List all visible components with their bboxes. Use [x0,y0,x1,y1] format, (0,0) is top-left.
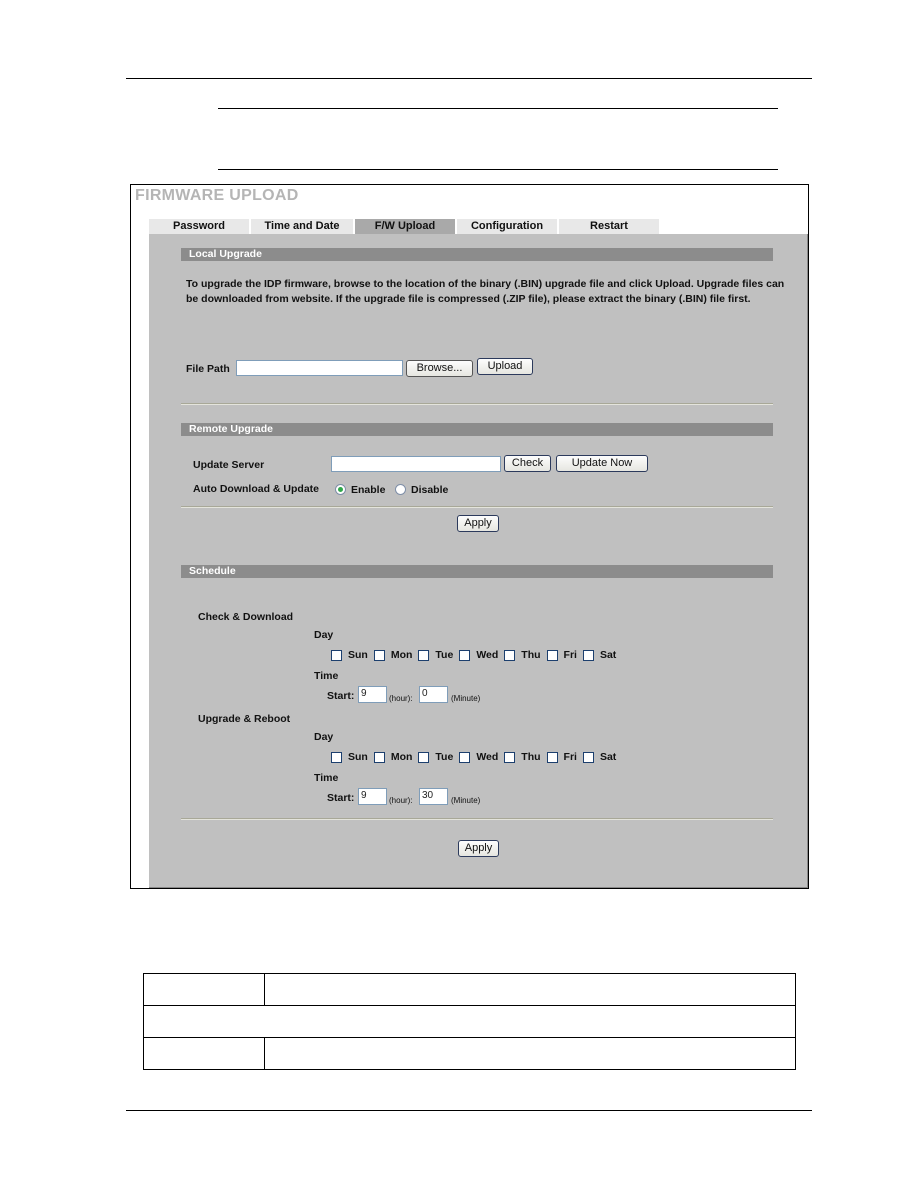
day-label-sun: Sun [348,649,368,661]
checkbox-wed[interactable] [459,649,471,661]
day-label-thu: Thu [521,751,541,763]
footer-rule [126,1110,812,1111]
header-rule [126,78,812,79]
note-rule-top [218,108,778,109]
day-label-sat: Sat [599,649,617,661]
update-server-input[interactable] [331,456,501,472]
day-label-wed: Wed [476,751,499,763]
checkbox-thu[interactable] [504,751,516,763]
page-title: FIRMWARE UPLOAD [135,187,299,204]
table-cell [264,1037,796,1070]
checkbox-mon[interactable] [373,649,385,661]
auto-download-label: Auto Download & Update [193,483,319,495]
table-cell [143,973,265,1006]
settings-panel: Local Upgrade To upgrade the IDP firmwar… [149,234,808,888]
tab-password[interactable]: Password [149,219,249,234]
start-label: Start: [327,690,355,702]
reference-table [143,973,796,1070]
checkbox-sat[interactable] [582,649,594,661]
table-cell [264,973,796,1006]
day-label-fri: Fri [563,649,577,661]
enable-label: Enable [351,484,386,496]
time-label: Time [314,670,339,682]
start-label: Start: [327,792,355,804]
minute-unit: (Minute) [451,796,481,805]
table-row [143,1037,796,1070]
reboot-hour-input[interactable]: 9 [358,788,387,805]
disable-label: Disable [411,484,449,496]
day-label-sat: Sat [599,751,617,763]
tab-bar: Password Time and Date F/W Upload Config… [149,219,661,234]
local-upgrade-heading: Local Upgrade [181,248,773,261]
checkbox-wed[interactable] [459,751,471,763]
hour-unit: (hour): [389,796,413,805]
hour-unit: (hour): [389,694,413,703]
check-download-label: Check & Download [198,611,294,623]
check-download-days: Sun Mon Tue Wed Thu Fri Sat [331,649,622,661]
checkbox-sun[interactable] [331,751,342,763]
file-path-label: File Path [186,363,230,375]
checkbox-tue[interactable] [418,649,430,661]
checkbox-fri[interactable] [546,751,558,763]
tab-fw-upload[interactable]: F/W Upload [355,219,455,234]
time-label: Time [314,772,339,784]
enable-radio[interactable] [335,484,346,495]
checkbox-sun[interactable] [331,649,342,661]
file-path-input[interactable] [236,360,403,376]
checkbox-sat[interactable] [582,751,594,763]
local-upgrade-description: To upgrade the IDP firmware, browse to t… [186,278,785,305]
checkbox-fri[interactable] [546,649,558,661]
day-label-tue: Tue [435,751,454,763]
day-label-thu: Thu [521,649,541,661]
section-divider [181,506,773,508]
firmware-upload-screen: FIRMWARE UPLOAD Password Time and Date F… [130,184,809,889]
checkbox-mon[interactable] [373,751,385,763]
remote-upgrade-heading: Remote Upgrade [181,423,773,436]
minute-unit: (Minute) [451,694,481,703]
check-minute-input[interactable]: 0 [419,686,448,703]
day-label-tue: Tue [435,649,454,661]
day-label-mon: Mon [390,751,413,763]
schedule-apply-button[interactable]: Apply [458,840,499,857]
checkbox-tue[interactable] [418,751,430,763]
day-label-fri: Fri [563,751,577,763]
upload-button[interactable]: Upload [477,358,533,375]
table-row [143,1005,796,1038]
tab-configuration[interactable]: Configuration [457,219,557,234]
table-row [143,973,796,1006]
update-now-button[interactable]: Update Now [556,455,648,472]
remote-apply-button[interactable]: Apply [457,515,499,532]
check-button[interactable]: Check [504,455,551,472]
disable-radio[interactable] [395,484,406,495]
checkbox-thu[interactable] [504,649,516,661]
browse-button[interactable]: Browse... [406,360,473,377]
update-server-label: Update Server [193,459,265,471]
check-hour-input[interactable]: 9 [358,686,387,703]
upgrade-reboot-days: Sun Mon Tue Wed Thu Fri Sat [331,751,622,763]
section-divider [181,818,773,820]
day-label: Day [314,629,334,641]
day-label-mon: Mon [390,649,413,661]
day-label-wed: Wed [476,649,499,661]
day-label-sun: Sun [348,751,368,763]
note-rule-bottom [218,169,778,170]
upgrade-reboot-label: Upgrade & Reboot [198,713,291,725]
table-cell [143,1005,796,1038]
tab-time-and-date[interactable]: Time and Date [251,219,353,234]
day-label: Day [314,731,334,743]
table-cell [143,1037,265,1070]
schedule-heading: Schedule [181,565,773,578]
section-divider [181,403,773,405]
tab-restart[interactable]: Restart [559,219,659,234]
reboot-minute-input[interactable]: 30 [419,788,448,805]
